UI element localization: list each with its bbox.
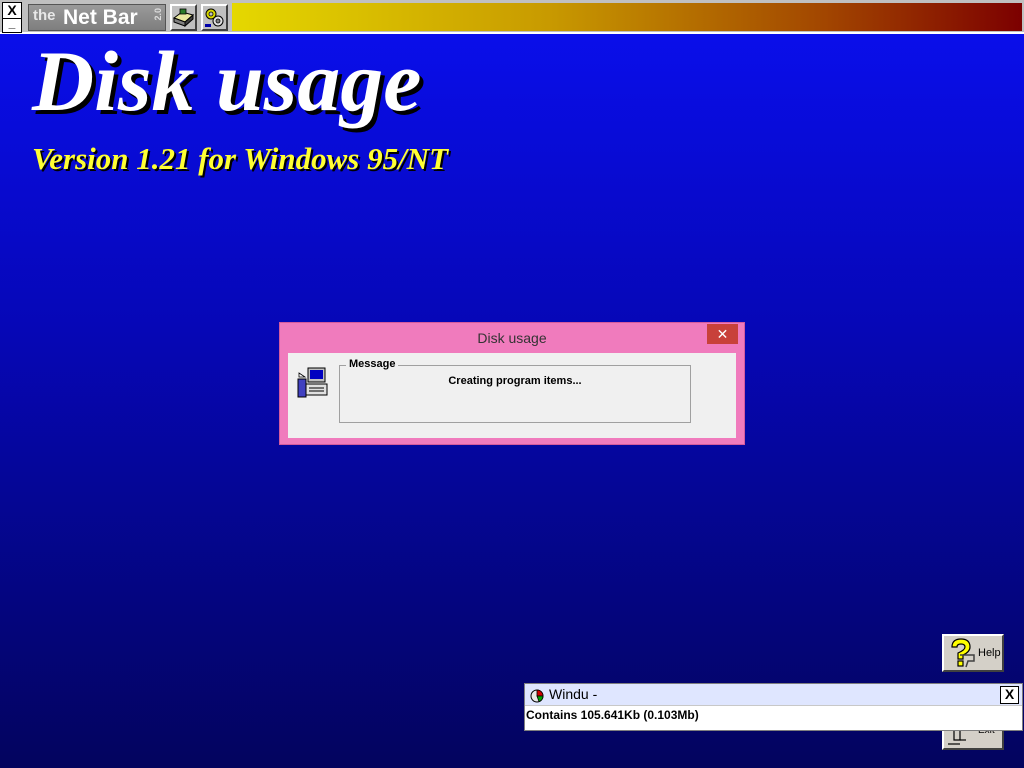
progress-dialog: Disk usage ✕ Message Creating program it… [279, 322, 745, 445]
question-mark-icon [951, 638, 975, 668]
dialog-close-button[interactable]: ✕ [707, 324, 738, 344]
app-subtitle: Version 1.21 for Windows 95/NT [32, 141, 449, 176]
netbar-tools-button[interactable] [201, 4, 228, 31]
message-groupbox: Message Creating program items... [339, 358, 691, 423]
help-button-label: Help [978, 647, 1001, 659]
status-message: Creating program items... [448, 375, 582, 387]
netbar-logo-name: Net Bar [63, 6, 138, 29]
dialog-title: Disk usage [477, 330, 547, 346]
app-title: Disk usage [32, 33, 422, 129]
netbar-logo-the: the [33, 7, 56, 24]
windu-window: Windu - X Contains 105.641Kb (0.103Mb) [524, 683, 1023, 731]
windu-titlebar[interactable]: Windu - X [525, 684, 1022, 706]
dialog-body: Message Creating program items... [288, 353, 736, 438]
windu-size-status: Contains 105.641Kb (0.103Mb) [526, 708, 699, 722]
message-group-label: Message [346, 358, 399, 370]
door-exit-icon [948, 728, 966, 745]
netbar-window-controls: X _ [2, 2, 22, 33]
netbar-disk-button[interactable] [170, 4, 197, 31]
exit-button[interactable]: Exit [942, 725, 1004, 750]
computer-setup-icon [297, 365, 331, 401]
windu-title: Windu - [549, 686, 598, 702]
gears-icon [205, 8, 224, 27]
help-button[interactable]: Help [942, 634, 1004, 672]
windu-close-button[interactable]: X [1000, 686, 1019, 704]
net-bar: X _ the Net Bar 2.0 [0, 0, 1024, 34]
netbar-logo-version: 2.0 [153, 8, 163, 21]
disk-drive-icon [172, 8, 195, 28]
disk-pie-icon [530, 689, 544, 703]
netbar-minimize-button[interactable]: _ [2, 17, 22, 33]
netbar-logo[interactable]: the Net Bar 2.0 [28, 4, 166, 31]
netbar-gradient-strip [232, 3, 1022, 31]
